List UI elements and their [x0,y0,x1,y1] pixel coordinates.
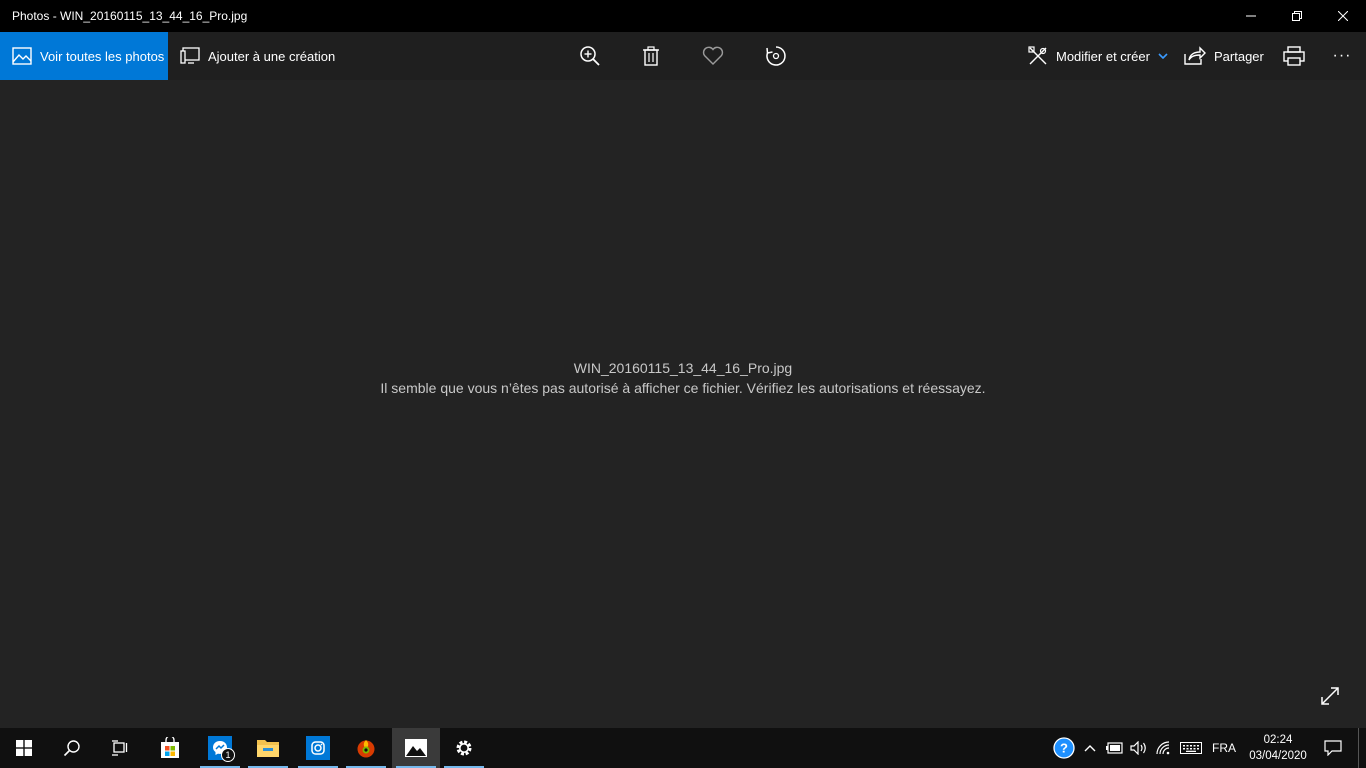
trash-icon [643,46,659,66]
battery-icon [1106,742,1123,754]
folder-icon [257,740,279,757]
error-message: Il semble que vous n’êtes pas autorisé à… [380,380,986,396]
photo-icon [12,47,32,65]
zoom-button[interactable] [568,32,612,80]
error-panel: WIN_20160115_13_44_16_Pro.jpg Il semble … [0,358,1366,398]
help-icon: ? [1053,737,1075,759]
toolbar: Voir toutes les photos Ajouter à une cré… [0,32,1366,80]
keyboard-icon [1180,742,1202,754]
zoom-in-icon [580,46,600,66]
task-view-button[interactable] [96,728,144,768]
taskbar-app-red[interactable] [342,728,390,768]
gear-icon [456,740,472,756]
help-tray-button[interactable]: ? [1050,728,1078,768]
show-hidden-icons-button[interactable] [1080,728,1100,768]
edit-create-label: Modifier et créer [1056,48,1150,64]
notification-icon [1324,740,1342,756]
chevron-up-icon [1084,745,1096,752]
favorite-button[interactable] [691,32,735,80]
search-button[interactable] [48,728,96,768]
share-button[interactable]: Partager [1184,32,1264,80]
restore-icon [1292,11,1302,21]
add-to-creation-label: Ajouter à une création [208,48,336,64]
svg-text:?: ? [1060,741,1068,756]
wifi-icon [1156,741,1170,755]
taskbar: 1 ? FRA 02:24 03/04/2020 [0,728,1366,768]
edit-create-icon [1028,46,1047,65]
photo-viewer: WIN_20160115_13_44_16_Pro.jpg Il semble … [0,80,1366,728]
print-button[interactable] [1272,32,1316,80]
messenger-notification-badge: 1 [221,748,235,762]
clock-time: 02:24 [1263,734,1293,746]
photos-icon [405,739,427,757]
add-to-creation-button[interactable]: Ajouter à une création [180,32,335,80]
chevron-down-icon [1158,53,1168,59]
touch-keyboard-button[interactable] [1178,728,1204,768]
search-icon [63,740,80,757]
file-name: WIN_20160115_13_44_16_Pro.jpg [573,360,793,376]
clock-date: 03/04/2020 [1249,750,1307,762]
share-label: Partager [1214,48,1264,64]
close-button[interactable] [1320,0,1366,32]
edit-create-button[interactable]: Modifier et créer [1028,32,1168,80]
title-bar: Photos - WIN_20160115_13_44_16_Pro.jpg [0,0,1366,32]
action-center-button[interactable] [1316,728,1350,768]
taskbar-app-camera[interactable] [294,728,342,768]
view-all-photos-label: Voir toutes les photos [40,48,165,64]
minimize-icon [1246,15,1256,17]
view-all-photos-button[interactable]: Voir toutes les photos [0,32,168,80]
expand-icon [1321,687,1339,705]
app-logo-icon [357,740,375,758]
show-desktop-button[interactable] [1358,728,1366,768]
full-screen-button[interactable] [1316,682,1344,710]
volume-tray-button[interactable] [1128,728,1150,768]
close-icon [1338,11,1348,21]
task-view-icon [112,740,128,756]
windows-logo-icon [16,740,32,756]
taskbar-settings[interactable] [440,728,488,768]
start-button[interactable] [0,728,48,768]
heart-icon [702,46,724,65]
window-title: Photos - WIN_20160115_13_44_16_Pro.jpg [12,9,248,23]
input-language-button[interactable]: FRA [1208,728,1240,768]
rotate-icon [766,46,786,66]
taskbar-file-explorer[interactable] [244,728,292,768]
add-to-creation-icon [180,47,200,64]
instagram-icon [306,736,330,760]
rotate-button[interactable] [754,32,798,80]
taskbar-photos[interactable] [392,728,440,768]
taskbar-messenger[interactable]: 1 [196,728,244,768]
store-icon [161,737,179,758]
more-options-button[interactable]: ··· [1320,32,1364,80]
taskbar-store[interactable] [146,728,194,768]
speaker-icon [1130,741,1146,755]
minimize-button[interactable] [1228,0,1274,32]
network-tray-button[interactable] [1153,728,1175,768]
printer-icon [1283,46,1305,66]
delete-button[interactable] [629,32,673,80]
battery-tray-button[interactable] [1103,728,1127,768]
restore-button[interactable] [1274,0,1320,32]
share-icon [1184,46,1206,65]
clock[interactable]: 02:24 03/04/2020 [1244,728,1312,768]
